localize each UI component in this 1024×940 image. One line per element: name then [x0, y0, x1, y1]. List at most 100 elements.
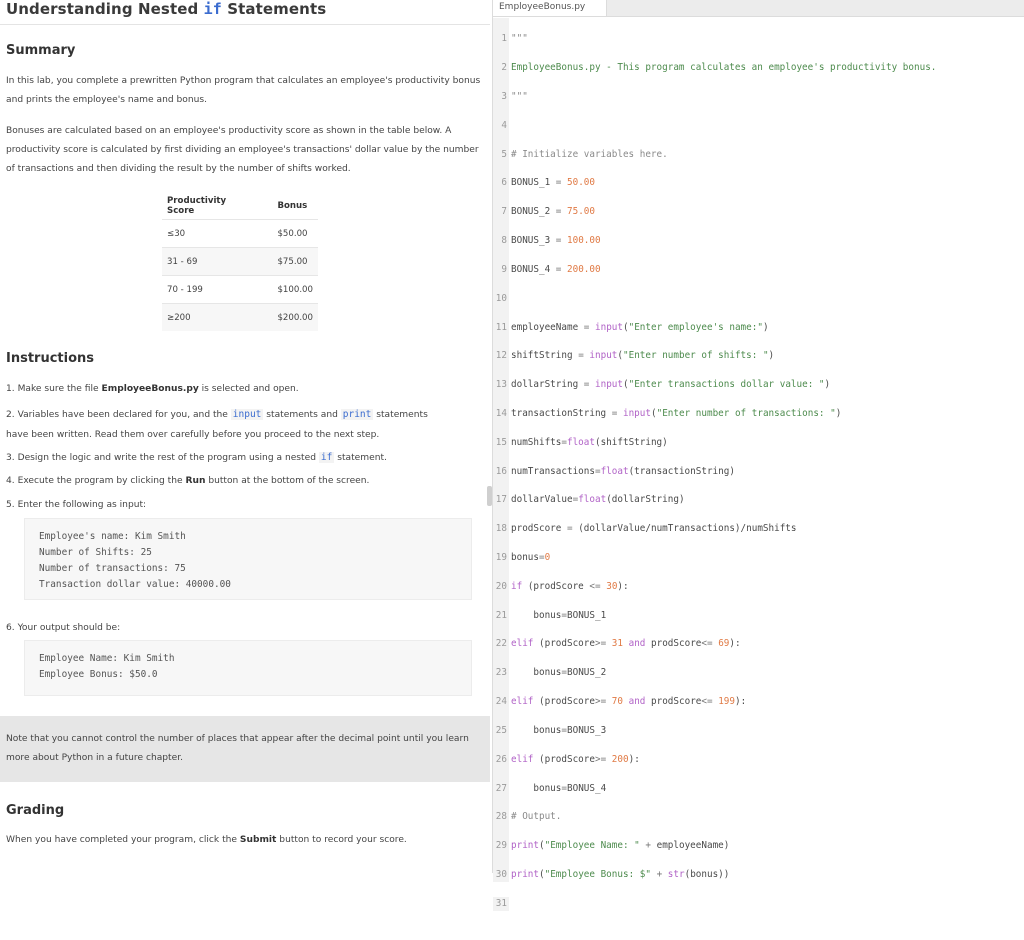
- code-line[interactable]: 15 numShifts=float(shiftString): [493, 435, 1024, 451]
- line-number: 5: [493, 147, 509, 163]
- line-number: 18: [493, 522, 509, 537]
- line-number: 9: [493, 262, 509, 278]
- inline-code-if: if: [318, 452, 335, 463]
- table-cell: 70 - 199: [162, 275, 250, 304]
- step-text: 3. Design the logic and write the rest o…: [6, 453, 319, 463]
- table-header: Productivity Score: [167, 195, 227, 216]
- title-text: Understanding Nested: [6, 0, 204, 18]
- table-row: 70 - 199 $100.00: [162, 275, 318, 304]
- code-line[interactable]: 22 elif (prodScore>= 31 and prodScore<= 6…: [493, 637, 1024, 652]
- code-line[interactable]: 16 numTransactions=float(transactionStrin…: [493, 464, 1024, 479]
- code-line[interactable]: 13 dollarString = input("Enter transactio…: [493, 378, 1024, 393]
- line-number: 21: [493, 608, 509, 624]
- step-text: 1. Make sure the file: [6, 384, 102, 394]
- step-6: 6. Your output should be:: [6, 623, 121, 633]
- code-line[interactable]: 28 # Output.: [493, 810, 1024, 825]
- grading-heading: Grading: [6, 803, 65, 818]
- line-number: 24: [493, 695, 509, 710]
- line-number: 6: [493, 176, 509, 191]
- code-line[interactable]: 20 if (prodScore <= 30):: [493, 579, 1024, 595]
- grading-submit-label: Submit: [239, 835, 277, 845]
- step-3: 3. Design the logic and write the rest o…: [6, 448, 481, 468]
- line-number: 22: [493, 637, 509, 652]
- input-example-block: Employee's name: Kim Smith Number of Shi…: [24, 518, 472, 600]
- grading-text-part: When you have completed your program, cl…: [6, 835, 240, 845]
- note-box: Note that you cannot control the number …: [0, 716, 490, 782]
- code-line[interactable]: 14 transactionString = input("Enter numbe…: [493, 406, 1024, 422]
- code-line[interactable]: 1 """: [493, 32, 1024, 47]
- grading-text-part: button to record your score.: [276, 835, 407, 845]
- line-number: 26: [493, 752, 509, 768]
- table-row: ≤30 $50.00: [162, 219, 318, 248]
- line-number: 15: [493, 435, 509, 451]
- code-line[interactable]: 26 elif (prodScore>= 200):: [493, 752, 1024, 768]
- step-2: 2. Variables have been declared for you,…: [6, 405, 481, 425]
- code-line[interactable]: 19 bonus=0: [493, 551, 1024, 566]
- table-row: ≥200 $200.00: [162, 303, 318, 331]
- step-text: is selected and open.: [198, 384, 299, 394]
- code-line[interactable]: 11 employeeName = input("Enter employee's…: [493, 320, 1024, 335]
- editor-tab-bar: EmployeeBonus.py: [493, 0, 1024, 17]
- tab-employeebonus-py[interactable]: EmployeeBonus.py: [493, 0, 607, 16]
- output-example-block: Employee Name: Kim Smith Employee Bonus:…: [24, 640, 472, 696]
- line-number: 14: [493, 406, 509, 422]
- code-line[interactable]: 18 prodScore = (dollarValue/numTransactio…: [493, 522, 1024, 537]
- code-line[interactable]: 17 dollarValue=float(dollarString): [493, 493, 1024, 508]
- line-number: 3: [493, 90, 509, 105]
- step-text: statement.: [334, 453, 387, 463]
- inline-code-input: input: [230, 409, 264, 420]
- table-cell: ≤30: [162, 219, 250, 248]
- line-number: 1: [493, 32, 509, 47]
- code-line[interactable]: 5 # Initialize variables here.: [493, 147, 1024, 163]
- code-editor[interactable]: EmployeeBonus.py 1 """ 2 EmployeeBonus.py …: [492, 0, 1024, 912]
- summary-paragraph-2: Bonuses are calculated based on an emplo…: [6, 126, 479, 174]
- code-line[interactable]: 6 BONUS_1 = 50.00: [493, 176, 1024, 191]
- line-number: 17: [493, 493, 509, 508]
- code-line[interactable]: 24 elif (prodScore>= 70 and prodScore<= 1…: [493, 695, 1024, 710]
- table-cell: 31 - 69: [162, 247, 250, 276]
- line-number: 8: [493, 234, 509, 249]
- line-number: 13: [493, 378, 509, 393]
- step-text: 2. Variables have been declared for you,…: [6, 410, 231, 420]
- step-2-continued: have been written. Read them over carefu…: [6, 430, 380, 440]
- line-number: 2: [493, 61, 509, 76]
- code-line[interactable]: 29 print("Employee Name: " + employeeName…: [493, 839, 1024, 854]
- line-number: 31: [493, 896, 509, 912]
- code-line[interactable]: 8 BONUS_3 = 100.00: [493, 234, 1024, 249]
- table-row: 31 - 69 $75.00: [162, 247, 318, 276]
- code-line[interactable]: 9 BONUS_4 = 200.00: [493, 262, 1024, 278]
- code-lines[interactable]: 1 """ 2 EmployeeBonus.py - This program ca…: [493, 18, 1024, 940]
- line-number: 11: [493, 320, 509, 335]
- code-line[interactable]: 21 bonus=BONUS_1: [493, 608, 1024, 624]
- line-number: 16: [493, 464, 509, 479]
- step-filename: EmployeeBonus.py: [101, 384, 199, 394]
- line-number: 7: [493, 205, 509, 220]
- step-5: 5. Enter the following as input:: [6, 500, 147, 510]
- line-number: 28: [493, 810, 509, 825]
- line-number: 10: [493, 291, 509, 307]
- inline-code-print: print: [340, 409, 374, 420]
- instructions-heading: Instructions: [6, 351, 95, 366]
- table-cell: $75.00: [249, 247, 318, 276]
- line-number: 30: [493, 867, 509, 883]
- code-line[interactable]: 23 bonus=BONUS_2: [493, 666, 1024, 681]
- code-line[interactable]: 31: [493, 896, 1024, 912]
- code-line[interactable]: 4: [493, 118, 1024, 134]
- line-number: 27: [493, 781, 509, 796]
- instructions-panel: Understanding Nested if Statements Summa…: [0, 0, 490, 873]
- code-line[interactable]: 25 bonus=BONUS_3: [493, 723, 1024, 739]
- step-text: button at the bottom of the screen.: [205, 476, 370, 486]
- line-number: 12: [493, 349, 509, 364]
- note-text: Note that you cannot control the number …: [6, 734, 469, 763]
- code-line[interactable]: 27 bonus=BONUS_4: [493, 781, 1024, 796]
- code-line[interactable]: 2 EmployeeBonus.py - This program calcula…: [493, 61, 1024, 76]
- code-line[interactable]: 7 BONUS_2 = 75.00: [493, 205, 1024, 220]
- code-line[interactable]: 30 print("Employee Bonus: $" + str(bonus)…: [493, 867, 1024, 883]
- line-number: 23: [493, 666, 509, 681]
- code-line[interactable]: 10: [493, 291, 1024, 307]
- table-cell: $200.00: [249, 303, 318, 331]
- step-1: 1. Make sure the file EmployeeBonus.py i…: [6, 380, 481, 399]
- line-number: 25: [493, 723, 509, 739]
- code-line[interactable]: 12 shiftString = input("Enter number of s…: [493, 349, 1024, 364]
- code-line[interactable]: 3 """: [493, 90, 1024, 105]
